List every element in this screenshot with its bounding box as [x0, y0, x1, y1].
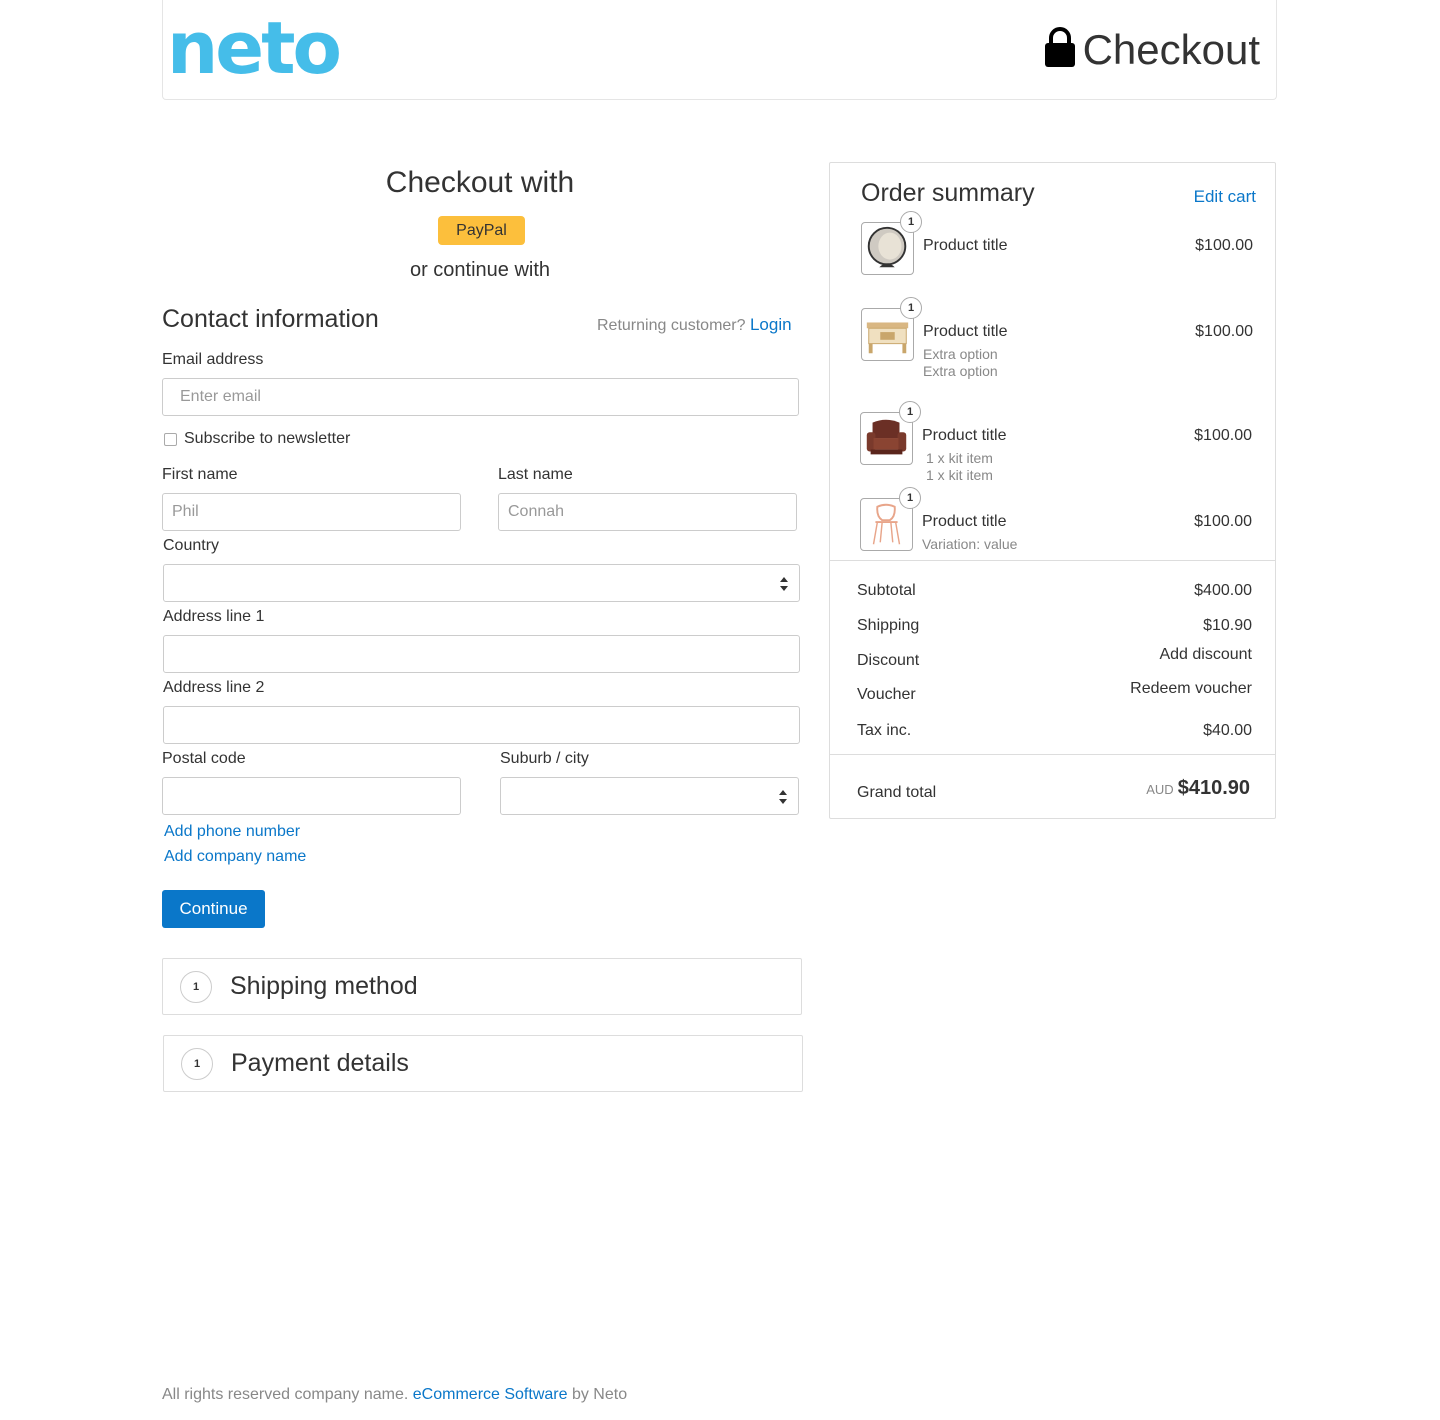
summary-divider — [830, 560, 1275, 561]
subtotal-value: $400.00 — [1194, 582, 1252, 599]
returning-customer: Returning customer? Login — [597, 315, 792, 335]
shipping-value: $10.90 — [1203, 617, 1252, 634]
first-name-field[interactable] — [162, 493, 461, 531]
item-title: Product title — [922, 427, 1007, 444]
order-summary: Order summary Edit cart 1 Product title … — [829, 162, 1276, 819]
newsletter-row[interactable]: Subscribe to newsletter — [164, 430, 350, 448]
address2-field[interactable] — [163, 706, 800, 744]
suburb-select[interactable] — [500, 777, 799, 815]
add-phone-link[interactable]: Add phone number — [164, 823, 300, 841]
tax-value: $40.00 — [1203, 722, 1252, 739]
quantity-badge: 1 — [899, 401, 921, 423]
item-variation: Variation: value — [922, 536, 1018, 552]
shipping-method-panel[interactable]: 1 Shipping method — [162, 958, 802, 1015]
order-summary-title: Order summary — [861, 179, 1035, 207]
newsletter-label: Subscribe to newsletter — [184, 430, 351, 447]
item-price: $100.00 — [1194, 513, 1252, 530]
shipping-label: Shipping — [857, 617, 920, 634]
page-footer: All rights reserved company name. eComme… — [162, 1386, 627, 1404]
checkout-title: Checkout — [1082, 26, 1260, 73]
select-arrows-icon — [779, 790, 787, 804]
suburb-label: Suburb / city — [500, 750, 589, 767]
quantity-badge: 1 — [900, 297, 922, 319]
tax-label: Tax inc. — [857, 722, 912, 739]
newsletter-checkbox[interactable] — [164, 432, 177, 446]
paypal-button[interactable]: PayPal — [438, 216, 525, 245]
item-option: Extra option — [923, 346, 998, 362]
quantity-badge: 1 — [900, 211, 922, 233]
discount-label: Discount — [857, 652, 920, 669]
last-name-label: Last name — [498, 466, 573, 483]
step-number-badge: 1 — [181, 1047, 213, 1080]
email-field[interactable] — [162, 378, 799, 416]
email-label: Email address — [162, 351, 264, 368]
add-discount-link[interactable]: Add discount — [1159, 646, 1252, 664]
item-option: Extra option — [923, 363, 998, 379]
address1-field[interactable] — [163, 635, 800, 673]
step-number-badge: 1 — [180, 970, 212, 1003]
grand-total-value: $410.90 — [1177, 777, 1250, 799]
edit-cart-link[interactable]: Edit cart — [1194, 187, 1256, 207]
item-price: $100.00 — [1194, 427, 1252, 444]
item-title: Product title — [922, 513, 1007, 530]
footer-ecommerce-link[interactable]: eCommerce Software — [413, 1386, 568, 1403]
item-title: Product title — [923, 323, 1008, 340]
add-company-link[interactable]: Add company name — [164, 848, 306, 866]
country-select[interactable] — [163, 564, 800, 602]
currency-code: AUD — [1146, 782, 1174, 797]
country-label: Country — [163, 537, 220, 554]
neto-logo[interactable]: neto — [167, 12, 342, 84]
item-price: $100.00 — [1195, 237, 1253, 254]
lock-icon — [1044, 27, 1075, 67]
item-price: $100.00 — [1195, 323, 1253, 340]
page-header: neto Checkout — [162, 0, 1277, 100]
or-continue-text: or continue with — [409, 259, 551, 281]
payment-details-panel[interactable]: 1 Payment details — [163, 1035, 803, 1092]
address1-label: Address line 1 — [163, 608, 265, 625]
last-name-field[interactable] — [498, 493, 797, 531]
shipping-method-title: Shipping method — [230, 972, 418, 1000]
continue-button[interactable]: Continue — [162, 890, 265, 928]
returning-text: Returning customer? — [597, 317, 746, 334]
redeem-voucher-link[interactable]: Redeem voucher — [1130, 680, 1252, 698]
footer-by-neto: by Neto — [571, 1386, 628, 1403]
kit-item: 1 x kit item — [926, 467, 993, 483]
address2-label: Address line 2 — [163, 679, 265, 696]
grand-total: AUD $410.90 — [1146, 777, 1250, 800]
payment-details-title: Payment details — [231, 1049, 409, 1077]
first-name-label: First name — [162, 466, 238, 483]
subtotal-label: Subtotal — [857, 582, 916, 599]
grand-total-label: Grand total — [857, 784, 937, 801]
item-title: Product title — [923, 237, 1008, 254]
summary-divider — [830, 754, 1275, 755]
kit-item: 1 x kit item — [926, 450, 993, 466]
checkout-with-heading: Checkout with — [385, 166, 575, 199]
voucher-label: Voucher — [857, 686, 916, 703]
login-link[interactable]: Login — [750, 315, 792, 334]
checkout-heading: Checkout — [1044, 26, 1260, 74]
footer-copyright: All rights reserved company name. — [162, 1386, 409, 1403]
select-arrows-icon — [780, 577, 788, 591]
postal-code-label: Postal code — [162, 750, 246, 767]
quantity-badge: 1 — [899, 487, 921, 509]
postal-code-field[interactable] — [162, 777, 461, 815]
contact-info-title: Contact information — [162, 305, 379, 333]
